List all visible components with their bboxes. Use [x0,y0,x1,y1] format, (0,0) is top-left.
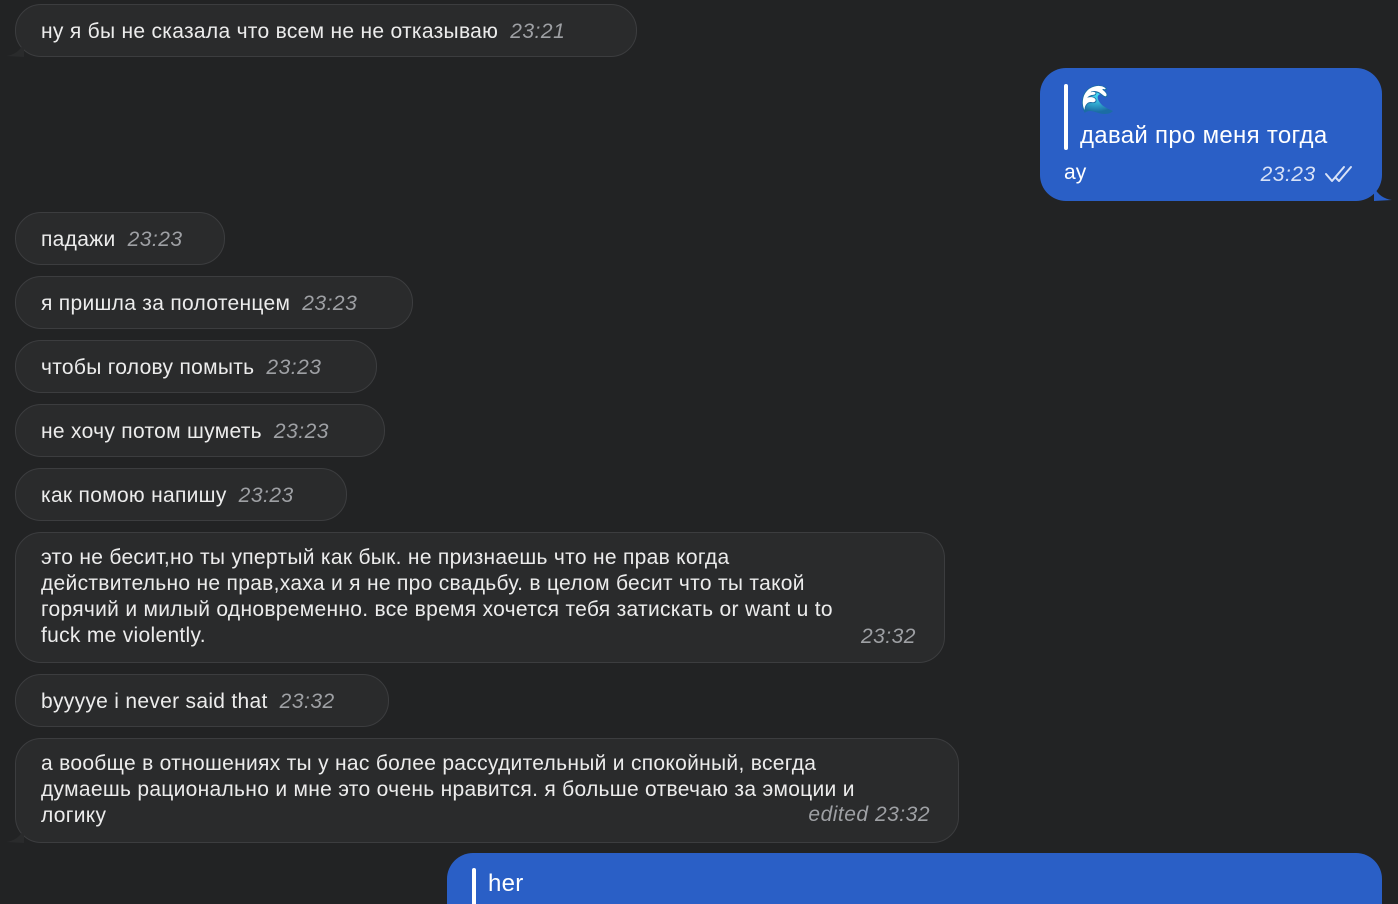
message-line: думаешь рационально и мне это очень нрав… [41,778,855,801]
message-time: edited 23:32 [808,803,930,826]
message-bubble-incoming[interactable]: byyyye i never said that 23:32 [15,674,389,727]
message-bubble-incoming[interactable]: я пришла за полотенцем 23:23 [15,276,413,329]
bubble-tail [6,43,24,57]
message-time: 23:23 [302,292,358,315]
message-text: чтобы голову помыть [41,356,255,379]
message-text: ну я бы не сказала что всем не не отказы… [41,20,499,43]
message-line: fuck me violently. [41,624,206,647]
bubble-tail [1374,187,1392,201]
message-bubble-outgoing[interactable]: 🌊 давай про меня тогда ау 23:23 [1040,68,1392,201]
message-bubble-incoming[interactable]: чтобы голову помыть 23:23 [15,340,377,393]
message-time: 23:23 [127,228,183,251]
wave-emoji-icon: 🌊 [1080,84,1116,115]
message-bubble-incoming[interactable]: не хочу потом шуметь 23:23 [15,404,385,457]
reply-quote-bar [472,868,476,904]
message-time-text: 23:23 [1260,163,1316,186]
message-line: это не бесит,но ты упертый как бык. не п… [41,546,730,569]
reply-quote-bar [1064,84,1068,150]
chat-history: ну я бы не сказала что всем не не отказы… [0,0,1398,904]
message-line: логику [41,804,107,827]
message-time: 23:23 [266,356,322,379]
message-text: падажи [41,228,116,251]
message-time: 23:23 [1261,162,1354,188]
message-time: 23:32 [860,625,916,648]
message-time: 23:32 [279,690,335,713]
message-line: горячий и милый одновременно. все время … [41,598,833,621]
message-bubble-incoming[interactable]: а вообще в отношениях ты у нас более рас… [6,738,959,843]
message-text: как помою напишу [41,484,227,507]
message-text: byyyye i never said that [41,690,268,713]
message-time: 23:23 [238,484,294,507]
message-bubble-incoming[interactable]: ну я бы не сказала что всем не не отказы… [6,4,637,57]
message-text: я пришла за полотенцем [41,292,291,315]
message-bubble-incoming[interactable]: это не бесит,но ты упертый как бык. не п… [15,532,945,663]
message-text: ау [1064,161,1087,184]
reply-quote-text: давай про меня тогда [1080,122,1328,149]
message-line: действительно не прав,хаха и я не про св… [41,572,805,595]
reply-quote-text: her [488,870,524,897]
message-bubble-outgoing[interactable]: her [447,853,1382,904]
double-check-icon [1325,166,1352,182]
message-bubble-incoming[interactable]: как помою напишу 23:23 [15,468,347,521]
bubble-tail [6,829,24,843]
message-text: не хочу потом шуметь [41,420,262,443]
message-bubble-incoming[interactable]: падажи 23:23 [15,212,225,265]
message-line: а вообще в отношениях ты у нас более рас… [41,752,817,775]
message-time: 23:23 [273,420,329,443]
message-time: 23:21 [510,20,566,43]
